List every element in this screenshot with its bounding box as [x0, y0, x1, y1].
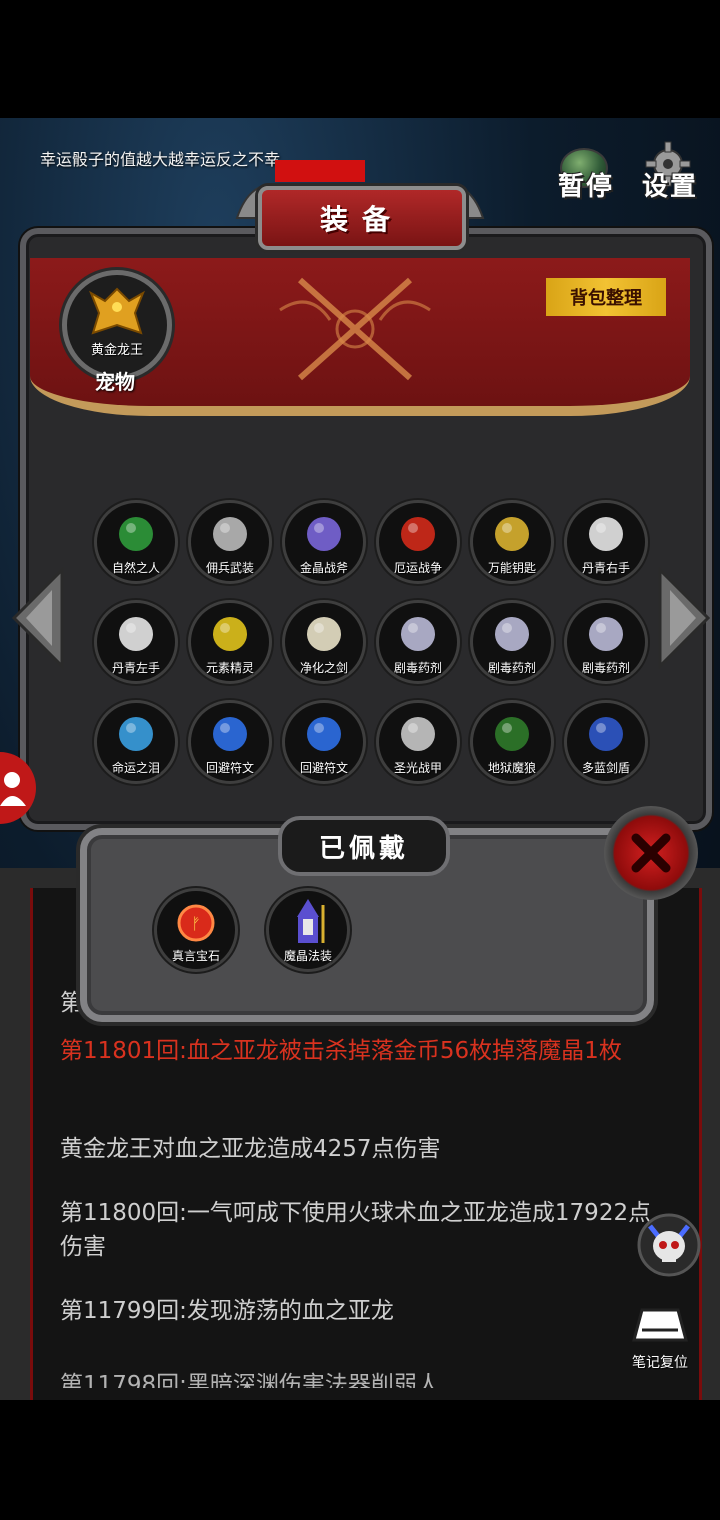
item-slot[interactable]: 地狱魔狼: [470, 700, 554, 784]
item-label: 丹青右手: [581, 561, 630, 575]
item-label: 佣兵武装: [205, 561, 254, 575]
settings-button[interactable]: 设置: [642, 166, 698, 203]
note-reset-label: 笔记复位: [632, 1355, 688, 1371]
item-slot[interactable]: 净化之剑: [282, 600, 366, 684]
hint-text: 幸运骰子的值越大越幸运反之不幸: [40, 150, 281, 169]
item-label: 厄运战争: [393, 561, 442, 575]
red-rune-gem-icon: ᚠ: [177, 904, 215, 942]
panel-title: 装备: [258, 186, 466, 250]
item-label: 净化之剑: [299, 661, 348, 675]
sword-icon: [307, 617, 341, 651]
panel-title-text: 装备: [319, 203, 404, 236]
potion-icon: [401, 617, 435, 651]
pause-button[interactable]: 暂停: [558, 166, 614, 203]
log-line: 第11800回:一气呵成下使用火球术血之亚龙造成17922点伤害: [60, 1200, 652, 1260]
item-label: 剧毒药剂: [581, 661, 630, 675]
potion-icon: [495, 617, 529, 651]
skull-icon[interactable]: [636, 1212, 702, 1278]
top-blank-area: [0, 0, 720, 118]
item-slot[interactable]: 圣光战甲: [376, 700, 460, 784]
item-slot[interactable]: 回避符文: [282, 700, 366, 784]
knight-armor-icon: [213, 517, 247, 551]
bottom-blank-area: [0, 1400, 720, 1520]
note-icon: [632, 1308, 688, 1342]
item-label: 万能钥匙: [487, 561, 536, 575]
shield-icon: [589, 717, 623, 751]
golden-dragon-icon: [89, 287, 145, 335]
pet-name: 黄金龙王: [90, 343, 143, 358]
item-label: 圣光战甲: [393, 761, 442, 775]
prev-page-arrow-icon[interactable]: [10, 566, 66, 670]
wizard-icon: [297, 899, 325, 943]
item-slot[interactable]: 命运之泪: [94, 700, 178, 784]
worn-item[interactable]: ᚠ 真言宝石: [154, 888, 238, 972]
item-label: 命运之泪: [111, 761, 160, 775]
item-slot[interactable]: 佣兵武装: [188, 500, 272, 584]
item-label: 剧毒药剂: [487, 661, 536, 675]
item-slot[interactable]: 剧毒药剂: [376, 600, 460, 684]
close-button[interactable]: [604, 806, 698, 900]
item-slot[interactable]: 剧毒药剂: [564, 600, 648, 684]
log-line: 第11799回:发现游荡的血之亚龙: [60, 1298, 394, 1324]
worn-item-label: 魔晶法装: [283, 949, 332, 963]
item-slot[interactable]: 剧毒药剂: [470, 600, 554, 684]
item-label: 回避符文: [205, 761, 254, 775]
golden-key-icon: [495, 517, 529, 551]
battle-axe-icon: [307, 517, 341, 551]
white-glove-icon: [119, 617, 153, 651]
crossed-swords-emblem-icon: [279, 277, 431, 381]
blue-orb-icon: [213, 717, 247, 751]
item-slot[interactable]: 万能钥匙: [470, 500, 554, 584]
pet-slot[interactable]: 黄金龙王: [62, 270, 172, 380]
note-reset-button[interactable]: 笔记复位: [628, 1304, 692, 1374]
worn-title-text: 已佩戴: [318, 833, 409, 864]
necklace-icon: [119, 717, 153, 751]
item-label: 金晶战斧: [299, 561, 348, 575]
item-label: 地狱魔狼: [487, 761, 536, 775]
item-label: 多蓝剑盾: [581, 761, 630, 775]
item-label: 自然之人: [111, 561, 160, 575]
worn-item[interactable]: 魔晶法装: [266, 888, 350, 972]
item-slot[interactable]: 自然之人: [94, 500, 178, 584]
item-label: 丹青左手: [111, 661, 160, 675]
item-slot[interactable]: 元素精灵: [188, 600, 272, 684]
log-line: 第11801回:血之亚龙被击杀掉落金币56枚掉落魔晶1枚: [60, 1038, 622, 1064]
svg-text:ᚠ: ᚠ: [191, 914, 201, 933]
item-label: 剧毒药剂: [393, 661, 442, 675]
item-label: 回避符文: [299, 761, 348, 775]
item-slot[interactable]: 丹青右手: [564, 500, 648, 584]
hell-wolf-icon: [495, 717, 529, 751]
red-warrior-icon: [401, 517, 435, 551]
user-icon: [0, 772, 26, 806]
item-label: 元素精灵: [205, 661, 254, 675]
plate-armor-icon: [401, 717, 435, 751]
item-slot[interactable]: 厄运战争: [376, 500, 460, 584]
item-slot[interactable]: 丹青左手: [94, 600, 178, 684]
item-slot[interactable]: 回避符文: [188, 700, 272, 784]
close-icon: [631, 833, 671, 873]
potion-icon: [589, 617, 623, 651]
item-slot[interactable]: 多蓝剑盾: [564, 700, 648, 784]
blue-orb-icon: [307, 717, 341, 751]
yellow-sprite-icon: [213, 617, 247, 651]
worn-item-label: 真言宝石: [171, 949, 220, 963]
white-glove-icon: [589, 517, 623, 551]
pet-label: 宠物: [95, 370, 135, 394]
green-hydra-icon: [119, 517, 153, 551]
log-line-partial-bottom: 第11798回:黑暗深渊伤害法器削弱人: [60, 1372, 440, 1388]
item-slot[interactable]: 金晶战斧: [282, 500, 366, 584]
bag-sort-button[interactable]: 背包整理: [546, 278, 666, 316]
worn-title: 已佩戴: [278, 816, 450, 876]
log-line: 黄金龙王对血之亚龙造成4257点伤害: [60, 1136, 441, 1162]
next-page-arrow-icon[interactable]: [656, 566, 712, 670]
